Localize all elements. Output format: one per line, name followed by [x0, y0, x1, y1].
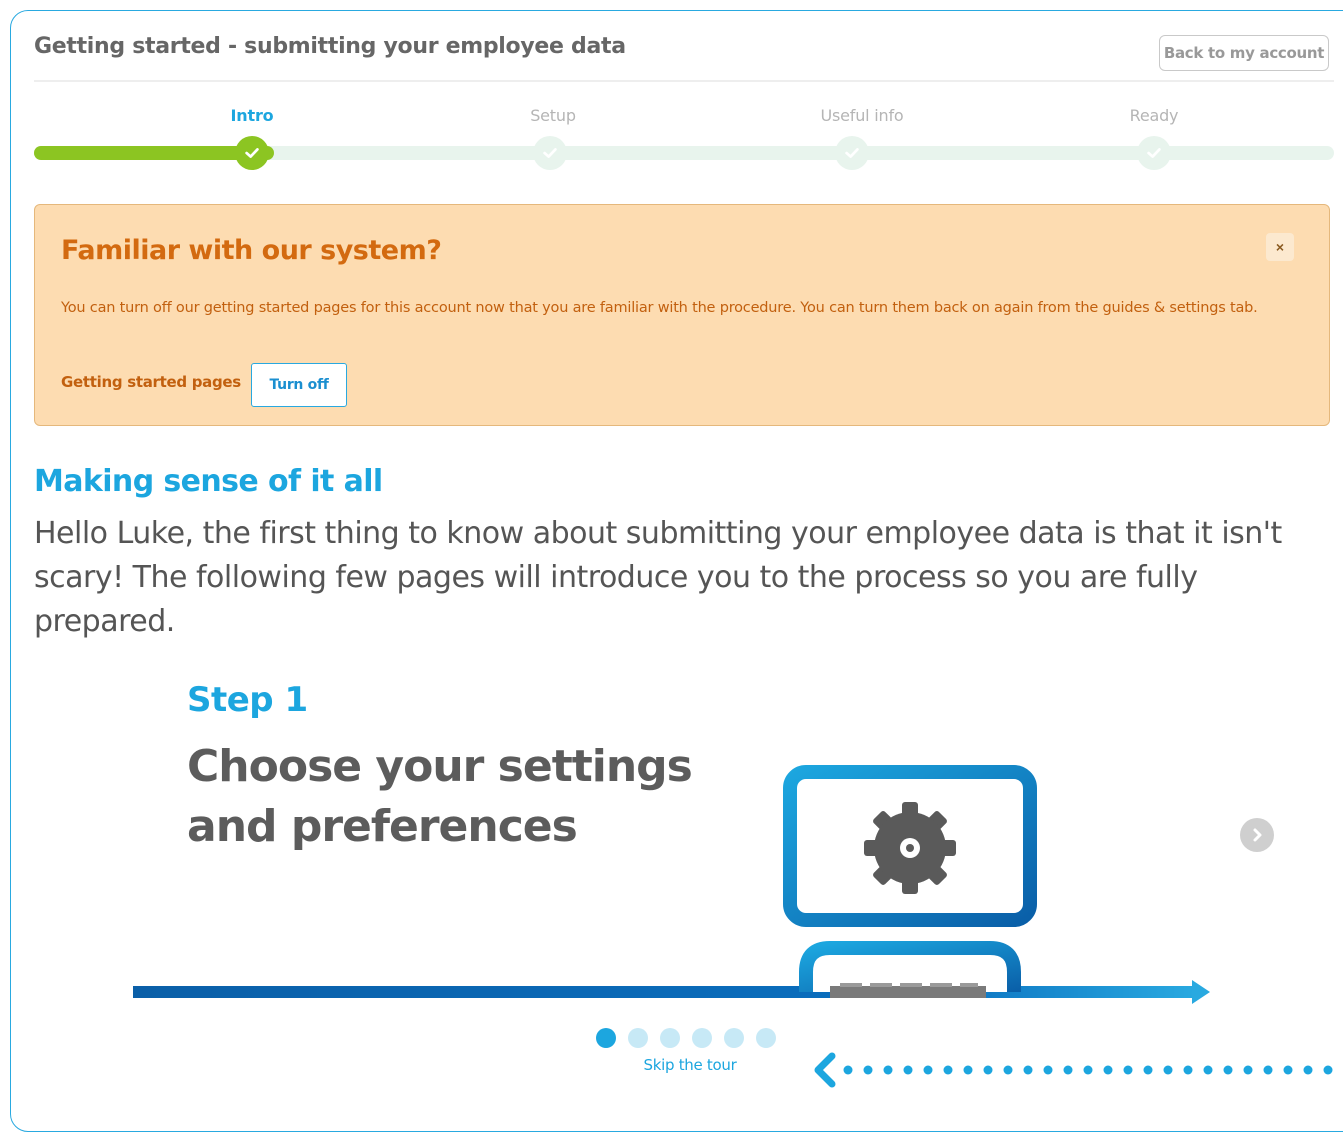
- dotted-line: [843, 1065, 1333, 1075]
- pointer-arrow: [814, 1052, 1333, 1088]
- arrow-left-icon: [814, 1052, 836, 1088]
